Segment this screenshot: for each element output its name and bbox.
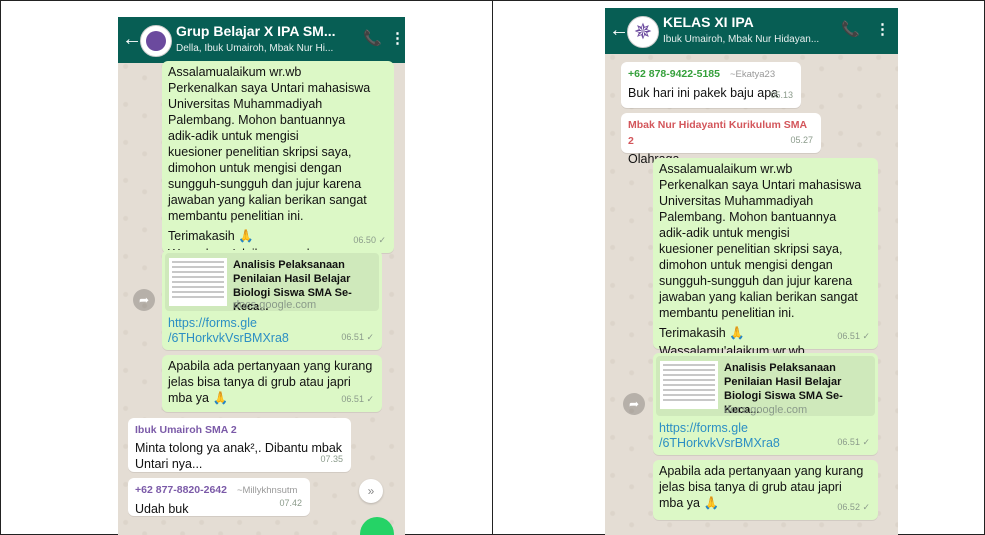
message-text: Assalamualaikum wr.wb Perkenalkan saya U… <box>659 162 862 320</box>
chat-header: ← Grup Belajar X IPA SM... Della, Ibuk U… <box>118 17 405 63</box>
more-vertical-icon[interactable]: ⋮ <box>390 29 405 47</box>
avatar-logo <box>146 31 166 51</box>
message-bubble-outgoing[interactable]: Apabila ada pertanyaan yang kurang jelas… <box>653 460 878 520</box>
link-url[interactable]: https://forms.gle /6THorkvkVsrBMXra8 <box>659 421 780 451</box>
back-arrow-icon[interactable]: ← <box>609 19 629 42</box>
left-chat-screen: ← Grup Belajar X IPA SM... Della, Ibuk U… <box>118 17 405 535</box>
chat-participants[interactable]: Della, Ibuk Umairoh, Mbak Nur Hi... <box>176 43 333 54</box>
message-bubble-incoming[interactable]: Ibuk Umairoh SMA 2 Minta tolong ya anak²… <box>128 418 351 472</box>
link-thumbnail <box>660 361 718 409</box>
link-preview-card[interactable]: Analisis Pelaksanaan Penilaian Hasil Bel… <box>165 253 379 313</box>
link-url[interactable]: https://forms.gle /6THorkvkVsrBMXra8 <box>168 316 289 346</box>
message-text: Minta tolong ya anak²,. Dibantu mbak Unt… <box>135 441 343 471</box>
message-time: 07.42 <box>279 498 302 508</box>
chat-header: ← ✵ KELAS XI IPA Ibuk Umairoh, Mbak Nur … <box>605 8 898 54</box>
sender-name[interactable]: Ibuk Umairoh SMA 2 <box>135 422 344 438</box>
sender-number: +62 877-8820-2642 <box>135 484 227 496</box>
avatar-logo: ✵ <box>633 19 653 44</box>
message-time: 05.27 <box>790 135 813 145</box>
sender-name[interactable]: Mbak Nur Hidayanti Kurikulum SMA 2 <box>628 117 814 149</box>
right-chat-screen: ← ✵ KELAS XI IPA Ibuk Umairoh, Mbak Nur … <box>605 8 898 535</box>
link-domain: docs.google.com <box>233 299 317 311</box>
message-bubble-outgoing[interactable]: Assalamualaikum wr.wb Perkenalkan saya U… <box>162 61 394 261</box>
link-message-bubble[interactable]: Analisis Pelaksanaan Penilaian Hasil Bel… <box>653 353 878 455</box>
link-domain: docs.google.com <box>724 404 808 416</box>
sender-number: +62 878-9422-5185 <box>628 68 720 80</box>
message-time: 06.52 ✓ <box>837 502 870 512</box>
sender-name[interactable]: +62 878-9422-5185 ~Ekatya23 <box>628 66 794 83</box>
more-vertical-icon[interactable]: ⋮ <box>875 20 890 38</box>
message-bubble-outgoing[interactable]: Assalamualaikum wr.wb Perkenalkan saya U… <box>653 158 878 358</box>
message-text: Udah buk <box>135 502 189 516</box>
message-text: Buk hari ini pakek baju apa <box>628 86 779 100</box>
sender-alias: ~Ekatya23 <box>729 69 776 80</box>
scroll-down-icon[interactable]: » <box>359 479 383 503</box>
panel-divider <box>492 0 493 535</box>
message-time: 06.50 ✓ <box>353 235 386 245</box>
message-time: 06.51 ✓ <box>837 331 870 341</box>
add-call-icon[interactable]: 📞 <box>841 20 860 38</box>
message-time: 06.51 ✓ <box>341 394 374 404</box>
link-preview-card[interactable]: Analisis Pelaksanaan Penilaian Hasil Bel… <box>656 356 875 416</box>
chat-title[interactable]: Grup Belajar X IPA SM... <box>176 23 335 39</box>
group-avatar[interactable] <box>140 25 172 57</box>
message-bubble-incoming[interactable]: Mbak Nur Hidayanti Kurikulum SMA 2 Olahr… <box>621 113 821 166</box>
chat-participants[interactable]: Ibuk Umairoh, Mbak Nur Hidayan... <box>663 34 819 45</box>
chat-title[interactable]: KELAS XI IPA <box>663 14 754 30</box>
message-time: 07.35 <box>320 454 343 464</box>
group-avatar[interactable]: ✵ <box>627 16 659 48</box>
forward-icon[interactable]: ➦ <box>133 289 155 311</box>
sender-name[interactable]: +62 877-8820-2642 ~Millykhnsutm <box>135 482 303 499</box>
message-bubble-incoming[interactable]: +62 878-9422-5185 ~Ekatya23 Buk hari ini … <box>621 62 801 108</box>
message-time: 06.51 ✓ <box>341 332 374 342</box>
forward-icon[interactable]: ➦ <box>623 393 645 415</box>
message-time: 05.13 <box>770 90 793 100</box>
message-text: Assalamualaikum wr.wb Perkenalkan saya U… <box>168 65 371 223</box>
add-call-icon[interactable]: 📞 <box>363 29 382 47</box>
back-arrow-icon[interactable]: ← <box>122 28 142 51</box>
message-time: 06.51 ✓ <box>837 437 870 447</box>
link-thumbnail <box>169 258 227 306</box>
link-message-bubble[interactable]: Analisis Pelaksanaan Penilaian Hasil Bel… <box>162 250 382 350</box>
message-bubble-outgoing[interactable]: Apabila ada pertanyaan yang kurang jelas… <box>162 355 382 412</box>
message-bubble-incoming[interactable]: +62 877-8820-2642 ~Millykhnsutm Udah buk … <box>128 478 310 516</box>
